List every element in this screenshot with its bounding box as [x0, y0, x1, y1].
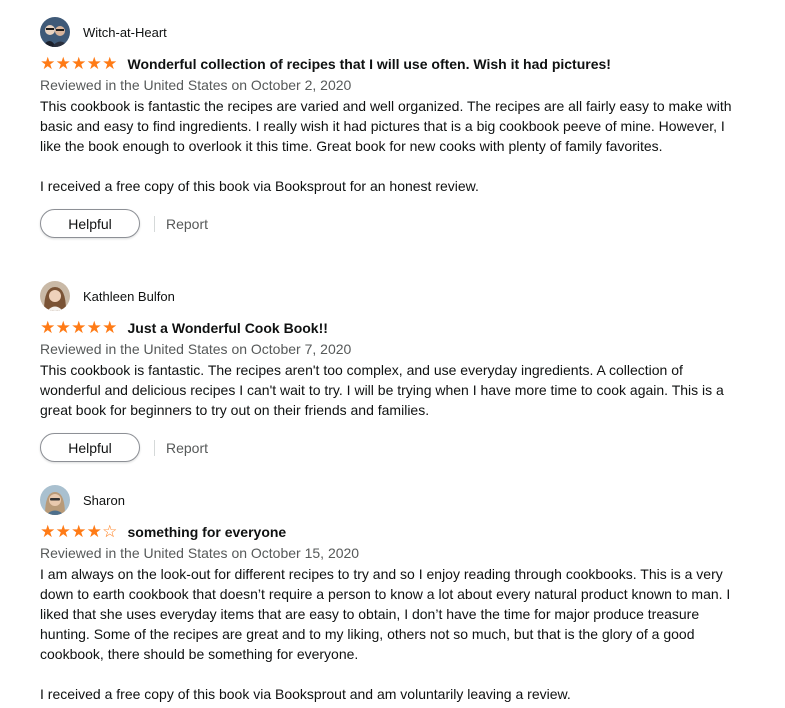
review-body: I am always on the look-out for differen… [40, 564, 740, 704]
review-card: Sharon ★ ★ ★ ★ ☆ something for everyone … [40, 484, 740, 704]
star-full-icon: ★ [86, 318, 102, 337]
avatar[interactable] [40, 17, 70, 47]
star-full-icon: ★ [71, 54, 87, 73]
review-body: This cookbook is fantastic. The recipes … [40, 360, 740, 420]
star-full-icon: ★ [71, 522, 87, 541]
star-full-icon: ★ [55, 54, 71, 73]
avatar[interactable] [40, 281, 70, 311]
review-date: Reviewed in the United States on October… [40, 545, 360, 561]
review-title[interactable]: Wonderful collection of recipes that I w… [128, 56, 611, 72]
review-paragraph: This cookbook is fantastic the recipes a… [40, 98, 732, 154]
star-full-icon: ★ [102, 54, 118, 73]
helpful-button[interactable]: Helpful [40, 209, 140, 238]
review-paragraph: I received a free copy of this book via … [40, 178, 479, 194]
review-card: Kathleen Bulfon ★ ★ ★ ★ ★ Just a Wonderf… [40, 280, 740, 462]
review-card: Witch-at-Heart ★ ★ ★ ★ ★ Wonderful colle… [40, 16, 740, 238]
star-full-icon: ★ [86, 54, 102, 73]
star-full-icon: ★ [40, 318, 56, 337]
reviewer-profile[interactable]: Witch-at-Heart [40, 16, 740, 48]
review-title[interactable]: something for everyone [128, 524, 287, 540]
star-full-icon: ★ [102, 318, 118, 337]
report-link[interactable]: Report [166, 216, 208, 232]
reviewer-profile[interactable]: Sharon [40, 484, 740, 516]
star-full-icon: ★ [86, 522, 102, 541]
review-body: This cookbook is fantastic the recipes a… [40, 96, 740, 196]
reviewer-name[interactable]: Sharon [83, 493, 125, 508]
star-full-icon: ★ [55, 318, 71, 337]
review-actions: Helpful Report [40, 209, 740, 238]
action-divider [154, 215, 155, 232]
review-date: Reviewed in the United States on October… [40, 77, 352, 93]
avatar[interactable] [40, 485, 70, 515]
star-full-icon: ★ [71, 318, 87, 337]
review-actions: Helpful Report [40, 433, 740, 462]
review-paragraph: I received a free copy of this book via … [40, 686, 571, 702]
review-date: Reviewed in the United States on October… [40, 341, 352, 357]
helpful-button[interactable]: Helpful [40, 433, 140, 462]
reviewer-name[interactable]: Witch-at-Heart [83, 25, 167, 40]
star-rating[interactable]: ★ ★ ★ ★ ★ [40, 319, 118, 337]
reviewer-profile[interactable]: Kathleen Bulfon [40, 280, 740, 312]
report-link[interactable]: Report [166, 440, 208, 456]
review-paragraph: This cookbook is fantastic. The recipes … [40, 362, 724, 418]
star-full-icon: ★ [40, 54, 56, 73]
star-empty-icon: ☆ [102, 522, 118, 541]
action-divider [154, 439, 155, 456]
review-paragraph: I am always on the look-out for differen… [40, 566, 731, 662]
star-full-icon: ★ [40, 522, 56, 541]
star-full-icon: ★ [55, 522, 71, 541]
reviewer-name[interactable]: Kathleen Bulfon [83, 289, 175, 304]
star-rating[interactable]: ★ ★ ★ ★ ☆ [40, 523, 118, 541]
star-rating[interactable]: ★ ★ ★ ★ ★ [40, 55, 118, 73]
review-title[interactable]: Just a Wonderful Cook Book!! [128, 320, 328, 336]
